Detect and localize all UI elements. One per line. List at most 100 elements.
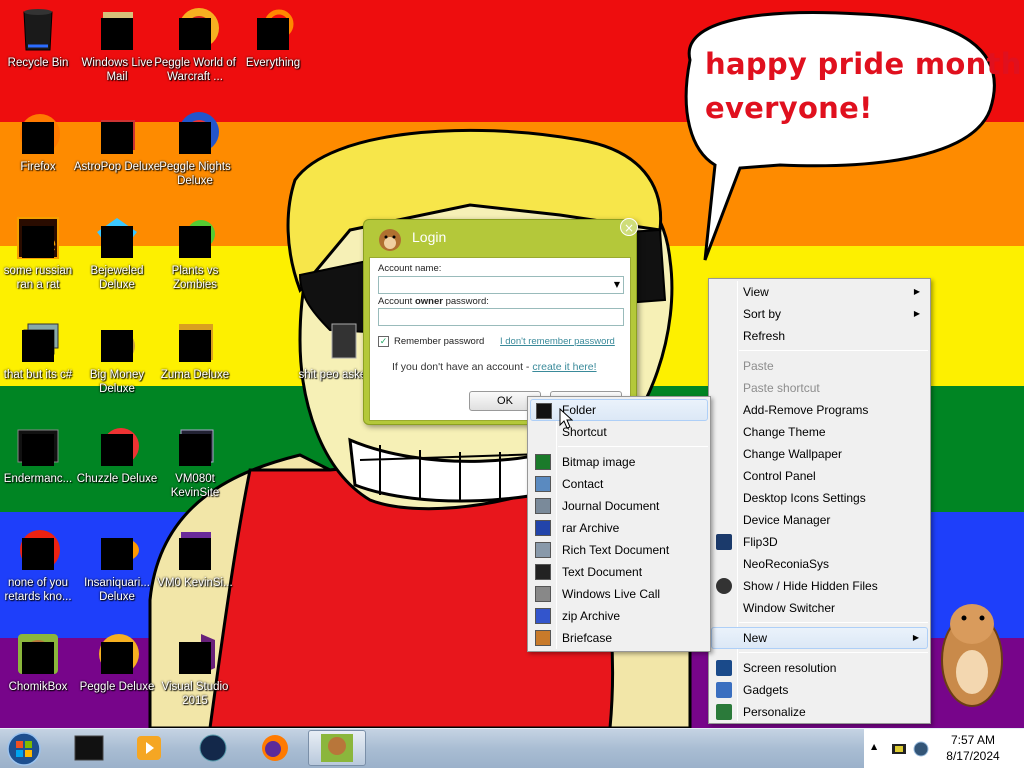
new-item-contact[interactable]: Contact [530, 473, 708, 495]
taskbar-globe[interactable] [186, 730, 240, 766]
forgot-password-link[interactable]: I don't remember password [500, 336, 615, 347]
desktop-icon-some-russian[interactable]: e some russian ran a rat [0, 210, 82, 306]
password-field[interactable] [378, 308, 624, 326]
new-item-rich-text-document[interactable]: Rich Text Document [530, 539, 708, 561]
account-name-label: Account name: [378, 263, 442, 274]
taskbar-chomikbox[interactable] [308, 730, 366, 766]
file-icon [331, 323, 357, 359]
redacted-block [179, 122, 211, 154]
desktop-icon-plants-vs-zombies[interactable]: Plants vs Zombies [151, 210, 239, 306]
redacted-block [101, 18, 133, 50]
new-item-zip-archive[interactable]: zip Archive [530, 605, 708, 627]
show-hidden-icons-arrow[interactable]: ▲ [871, 742, 877, 751]
new-item-folder[interactable]: Folder [530, 399, 708, 421]
menu-item-flip3d[interactable]: Flip3D [711, 531, 928, 553]
desktop-icon-that-but-its-c[interactable]: that but its c# [0, 314, 82, 410]
menu-item-label: Device Manager [743, 513, 831, 527]
desktop-icon-label: VM080t KevinSite [170, 473, 220, 499]
menu-item-sort-by[interactable]: Sort by ▶ [711, 303, 928, 325]
redacted-block [101, 538, 133, 570]
menu-item-label: Paste [743, 359, 774, 373]
login-title: Login [412, 229, 447, 245]
taskbar-firefox[interactable] [248, 730, 302, 766]
screen-resolution-icon [716, 660, 732, 676]
no-account-text: If you don't have an account - create it… [392, 361, 597, 373]
menu-item-screen-resolution[interactable]: Screen resolution [711, 657, 928, 679]
close-button[interactable]: × [620, 218, 638, 236]
menu-item-label: Sort by [743, 307, 782, 321]
menu-item-label: View [743, 285, 769, 299]
desktop-icon-vm080t[interactable]: VM080t KevinSite [151, 418, 239, 514]
menu-item-device-manager[interactable]: Device Manager [711, 509, 928, 531]
close-icon: × [623, 221, 635, 235]
explorer-icon [74, 735, 104, 761]
desktop-icon-peggle-wow[interactable]: Peggle World of Warcraft ... [151, 2, 239, 98]
taskbar-media-player[interactable] [122, 730, 176, 766]
desktop-icon-endermanc[interactable]: Endermanc... [0, 418, 82, 514]
desktop-icon-bejeweled[interactable]: Bejeweled Deluxe [73, 210, 161, 306]
menu-item-label: Change Theme [743, 425, 826, 439]
briefcase-icon [535, 630, 551, 646]
tray-app-icon[interactable] [890, 740, 908, 758]
desktop-icon-insaniquarium[interactable]: Insaniquari... Deluxe [73, 522, 161, 618]
new-item-journal-document[interactable]: Journal Document [530, 495, 708, 517]
menu-item-control-panel[interactable]: Control Panel [711, 465, 928, 487]
menu-item-refresh[interactable]: Refresh [711, 325, 928, 347]
new-item-rar-archive[interactable]: rar Archive [530, 517, 708, 539]
menu-item-add-remove-programs[interactable]: Add-Remove Programs [711, 399, 928, 421]
dropdown-arrow-icon[interactable]: ▼ [614, 280, 620, 289]
desktop-icon-label: AstroPop Deluxe [73, 161, 161, 173]
desktop-icon-astropop[interactable]: AstroPop Deluxe [73, 106, 161, 202]
new-item-windows-live-call[interactable]: Windows Live Call [530, 583, 708, 605]
clock-date: 8/17/2024 [946, 749, 1000, 763]
media-player-icon [137, 736, 161, 760]
rar-archive-icon [535, 520, 551, 536]
taskbar-clock[interactable]: 7:57 AM 8/17/2024 [940, 732, 1006, 764]
hidden-files-icon [716, 578, 732, 594]
account-name-field[interactable]: ▼ [378, 276, 624, 294]
desktop-icon-vm0[interactable]: VM0 KevinSi... [151, 522, 239, 618]
menu-item-show-hide-hidden-files[interactable]: Show / Hide Hidden Files [711, 575, 928, 597]
menu-separator [739, 652, 928, 653]
desktop-icon-peggle-nights[interactable]: Peggle Nights Deluxe [151, 106, 239, 202]
menu-item-change-theme[interactable]: Change Theme [711, 421, 928, 443]
new-item-text-document[interactable]: Text Document [530, 561, 708, 583]
menu-item-gadgets[interactable]: Gadgets [711, 679, 928, 701]
desktop-icon-big-money[interactable]: Big Money Deluxe [73, 314, 161, 410]
desktop-icon-chomikbox[interactable]: ChomikBox [0, 626, 82, 722]
new-item-briefcase[interactable]: Briefcase [530, 627, 708, 649]
menu-item-new[interactable]: New ▶ [711, 627, 928, 649]
start-button[interactable] [4, 731, 44, 767]
menu-item-paste-shortcut[interactable]: Paste shortcut [711, 377, 928, 399]
desktop-icon-recycle-bin[interactable]: Recycle Bin [0, 2, 82, 98]
menu-item-desktop-icons-settings[interactable]: Desktop Icons Settings [711, 487, 928, 509]
menu-item-paste[interactable]: Paste [711, 355, 928, 377]
desktop-icon-peggle-deluxe[interactable]: Peggle Deluxe [73, 626, 161, 722]
create-account-link[interactable]: create it here! [532, 361, 596, 373]
desktop-icon-firefox[interactable]: Firefox [0, 106, 82, 202]
menu-item-label: Change Wallpaper [743, 447, 842, 461]
desktop-icon-windows-live-mail[interactable]: Windows Live Mail [73, 2, 161, 98]
remember-password-checkbox[interactable]: ✓ [378, 336, 389, 347]
desktop-icon-none-of-you[interactable]: none of you retards kno... [0, 522, 82, 618]
desktop-icon-visual-studio[interactable]: Visual Studio 2015 [151, 626, 239, 722]
desktop-icon-everything[interactable]: Everything [229, 2, 317, 98]
desktop-icon-chuzzle[interactable]: Chuzzle Deluxe [73, 418, 161, 514]
globe-icon [199, 734, 227, 762]
flip3d-icon [716, 534, 732, 550]
menu-item-window-switcher[interactable]: Window Switcher [711, 597, 928, 619]
menu-item-neoreconiasys[interactable]: NeoReconiaSys [711, 553, 928, 575]
new-item-shortcut[interactable]: Shortcut [530, 421, 708, 443]
new-item-bitmap-image[interactable]: Bitmap image [530, 451, 708, 473]
menu-item-change-wallpaper[interactable]: Change Wallpaper [711, 443, 928, 465]
bubble-line-1: happy pride month [705, 47, 1022, 81]
desktop-icon-zuma[interactable]: Zuma Deluxe [151, 314, 239, 410]
menu-item-label: Paste shortcut [743, 381, 820, 395]
menu-item-label: Windows Live Call [562, 587, 661, 601]
desktop-icon-label: Peggle Nights Deluxe [159, 161, 231, 187]
menu-item-personalize[interactable]: Personalize [711, 701, 928, 723]
submenu-arrow-icon: ▶ [912, 633, 919, 642]
network-icon[interactable] [912, 740, 930, 758]
menu-item-view[interactable]: View ▶ [711, 281, 928, 303]
taskbar-explorer[interactable] [62, 730, 116, 766]
